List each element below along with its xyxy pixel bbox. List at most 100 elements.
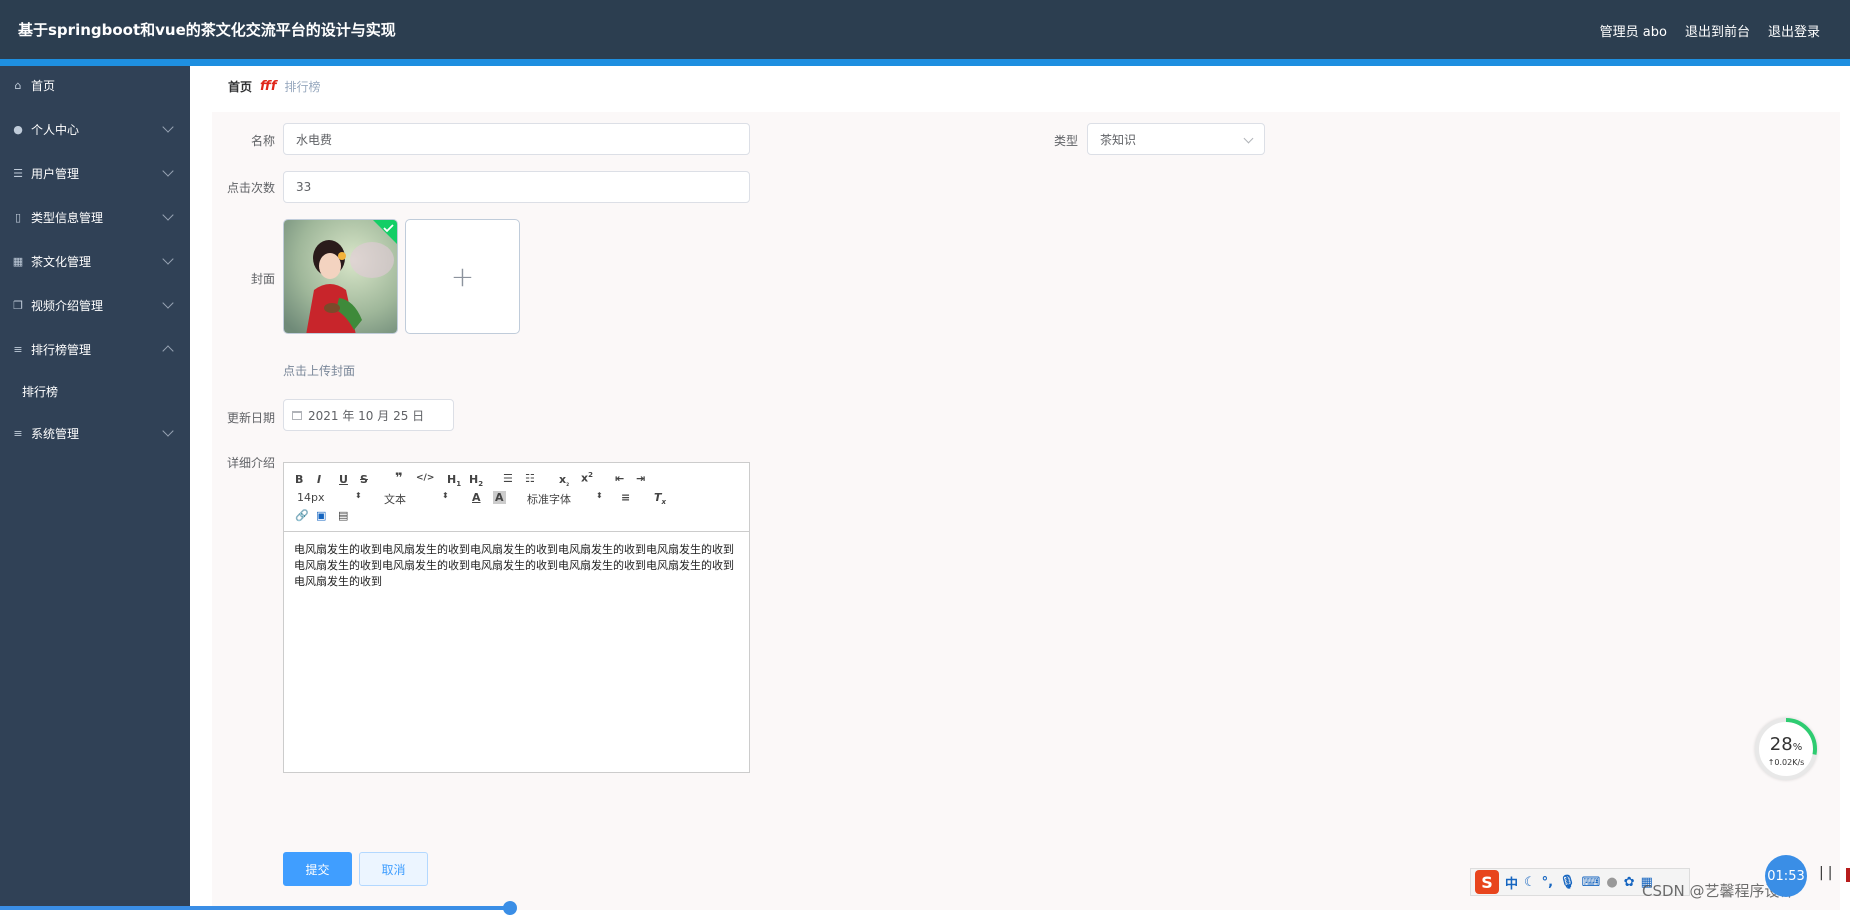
- menu-icon: ≡: [13, 342, 23, 356]
- sidebar-item-label: 类型信息管理: [31, 210, 104, 225]
- sidebar-item-tea[interactable]: ▦ 茶文化管理: [0, 239, 190, 283]
- ordered-list-icon[interactable]: ☰: [503, 472, 513, 485]
- chevron-down-icon: [162, 165, 174, 177]
- grid-icon: ▦: [12, 254, 24, 268]
- calendar-icon: [292, 410, 302, 420]
- ime-language-label[interactable]: 中: [1505, 873, 1518, 892]
- logout-link[interactable]: 退出登录: [1768, 21, 1820, 40]
- sidebar-item-label: 排行榜管理: [31, 342, 92, 357]
- font-family-value: 标准字体: [527, 493, 571, 506]
- editor-toolbar: B I U S ❞ </> H1 H2 ☰ ☷ x₂ x2 ⇤ ⇥ 14px ⬍…: [284, 463, 749, 532]
- breadcrumb: 首页 fff 排行榜: [228, 78, 321, 95]
- punctuation-icon[interactable]: °,: [1542, 875, 1553, 890]
- detail-label: 详细介绍: [226, 456, 275, 470]
- front-page-link[interactable]: 退出到前台: [1685, 21, 1750, 40]
- clicks-input[interactable]: 33: [283, 171, 750, 203]
- moon-icon[interactable]: ☾: [1524, 875, 1536, 890]
- editor-content[interactable]: 电风扇发生的收到电风扇发生的收到电风扇发生的收到电风扇发生的收到电风扇发生的收到…: [284, 532, 749, 600]
- bold-icon[interactable]: B: [295, 473, 303, 486]
- cancel-button[interactable]: 取消: [359, 852, 428, 886]
- chevron-down-icon: [162, 121, 174, 133]
- font-size-value: 14px: [297, 491, 325, 504]
- outdent-icon[interactable]: ⇤: [615, 472, 624, 485]
- cover-upload-button[interactable]: +: [405, 219, 520, 334]
- font-color-icon[interactable]: A: [472, 491, 481, 504]
- italic-icon[interactable]: I: [317, 473, 321, 486]
- check-icon: [373, 220, 397, 244]
- submit-button[interactable]: 提交: [283, 852, 352, 886]
- indent-icon[interactable]: ⇥: [636, 472, 645, 485]
- header-select[interactable]: 文本: [384, 491, 406, 507]
- blockquote-icon[interactable]: ❞: [395, 471, 403, 486]
- header-accent-bar: [0, 59, 1850, 66]
- type-label: 类型: [1053, 134, 1078, 148]
- sidebar-item-home[interactable]: ⌂ 首页: [0, 66, 190, 104]
- subscript-icon[interactable]: x₂: [559, 473, 569, 488]
- menu-icon: ≡: [13, 426, 23, 440]
- sidebar-item-label: 个人中心: [31, 122, 80, 137]
- speed-rate: ↑0.02K/s: [1767, 758, 1805, 767]
- cover-upload-hint[interactable]: 点击上传封面: [283, 362, 355, 379]
- sidebar-item-label: 首页: [31, 78, 56, 93]
- sidebar-item-label: 视频介绍管理: [31, 298, 104, 313]
- microphone-icon[interactable]: 🎙: [1559, 875, 1576, 890]
- header-select-value: 文本: [384, 493, 406, 506]
- superscript-icon[interactable]: x2: [581, 471, 593, 485]
- sogou-logo-icon[interactable]: S: [1475, 870, 1499, 894]
- plus-icon: +: [450, 260, 475, 293]
- cover-image[interactable]: [283, 219, 398, 334]
- sidebar: ⌂ 首页 ● 个人中心 ☰ 用户管理 ▯ 类型信息管理 ▦ 茶文化管理 ❐ 视频…: [0, 66, 190, 910]
- align-icon[interactable]: ≡: [621, 491, 630, 504]
- user-icon: ●: [13, 122, 23, 136]
- sidebar-item-users[interactable]: ☰ 用户管理: [0, 151, 190, 195]
- pause-icon[interactable]: ||: [1819, 865, 1836, 881]
- user-icon[interactable]: ●: [1606, 875, 1617, 890]
- code-icon[interactable]: </>: [416, 473, 434, 483]
- progress-handle[interactable]: [503, 901, 517, 915]
- breadcrumb-current: 排行榜: [284, 80, 321, 94]
- sidebar-subitem-label: 排行榜: [22, 384, 59, 399]
- clock-widget[interactable]: 01:53: [1765, 855, 1807, 897]
- cover-label: 封面: [250, 272, 275, 286]
- video-icon[interactable]: ▤: [338, 509, 348, 522]
- sidebar-subitem-ranking[interactable]: 排行榜: [0, 371, 190, 411]
- network-speed-widget[interactable]: 28% ↑0.02K/s: [1755, 718, 1817, 780]
- sidebar-item-types[interactable]: ▯ 类型信息管理: [0, 195, 190, 239]
- font-size-select[interactable]: 14px: [297, 491, 325, 504]
- sidebar-item-ranking[interactable]: ≡ 排行榜管理: [0, 327, 190, 371]
- copy-icon: ❐: [13, 298, 23, 312]
- font-family-select[interactable]: 标准字体: [527, 491, 571, 507]
- link-icon[interactable]: 🔗: [295, 509, 309, 522]
- chevron-updown-icon: ⬍: [355, 491, 362, 500]
- strike-icon[interactable]: S: [360, 473, 368, 486]
- clicks-input-value: 33: [296, 180, 312, 194]
- speed-percentage-unit: %: [1792, 742, 1803, 753]
- clear-format-icon[interactable]: Tx: [654, 491, 666, 506]
- image-icon[interactable]: ▣: [316, 509, 326, 522]
- background-color-icon[interactable]: A: [493, 491, 506, 504]
- type-select[interactable]: 茶知识: [1087, 123, 1265, 155]
- sidebar-item-personal[interactable]: ● 个人中心: [0, 107, 190, 151]
- heading2-icon[interactable]: H2: [469, 473, 483, 488]
- breadcrumb-separator-icon: fff: [260, 79, 277, 94]
- breadcrumb-home[interactable]: 首页: [228, 78, 252, 95]
- keyboard-icon[interactable]: ⌨: [1582, 875, 1601, 890]
- chevron-updown-icon: ⬍: [442, 491, 449, 500]
- chevron-up-icon: [162, 345, 174, 357]
- name-input[interactable]: 水电费: [283, 123, 750, 155]
- admin-user-label: 管理员 abo: [1599, 25, 1667, 40]
- underline-icon[interactable]: U: [339, 473, 348, 486]
- bullet-list-icon[interactable]: ☷: [525, 472, 535, 485]
- rich-text-editor[interactable]: B I U S ❞ </> H1 H2 ☰ ☷ x₂ x2 ⇤ ⇥ 14px ⬍…: [283, 462, 750, 773]
- heading1-icon[interactable]: H1: [447, 473, 461, 488]
- speed-percentage: 28%: [1759, 734, 1813, 755]
- date-picker-value: 2021 年 10 月 25 日: [308, 408, 425, 423]
- name-input-value: 水电费: [296, 132, 333, 147]
- chevron-down-icon: [162, 425, 174, 437]
- sidebar-item-videos[interactable]: ❐ 视频介绍管理: [0, 283, 190, 327]
- skin-icon[interactable]: ✿: [1624, 875, 1635, 890]
- sidebar-item-system[interactable]: ≡ 系统管理: [0, 411, 190, 455]
- date-label: 更新日期: [226, 411, 275, 425]
- date-picker[interactable]: 2021 年 10 月 25 日: [283, 399, 454, 431]
- sidebar-item-label: 系统管理: [31, 426, 80, 441]
